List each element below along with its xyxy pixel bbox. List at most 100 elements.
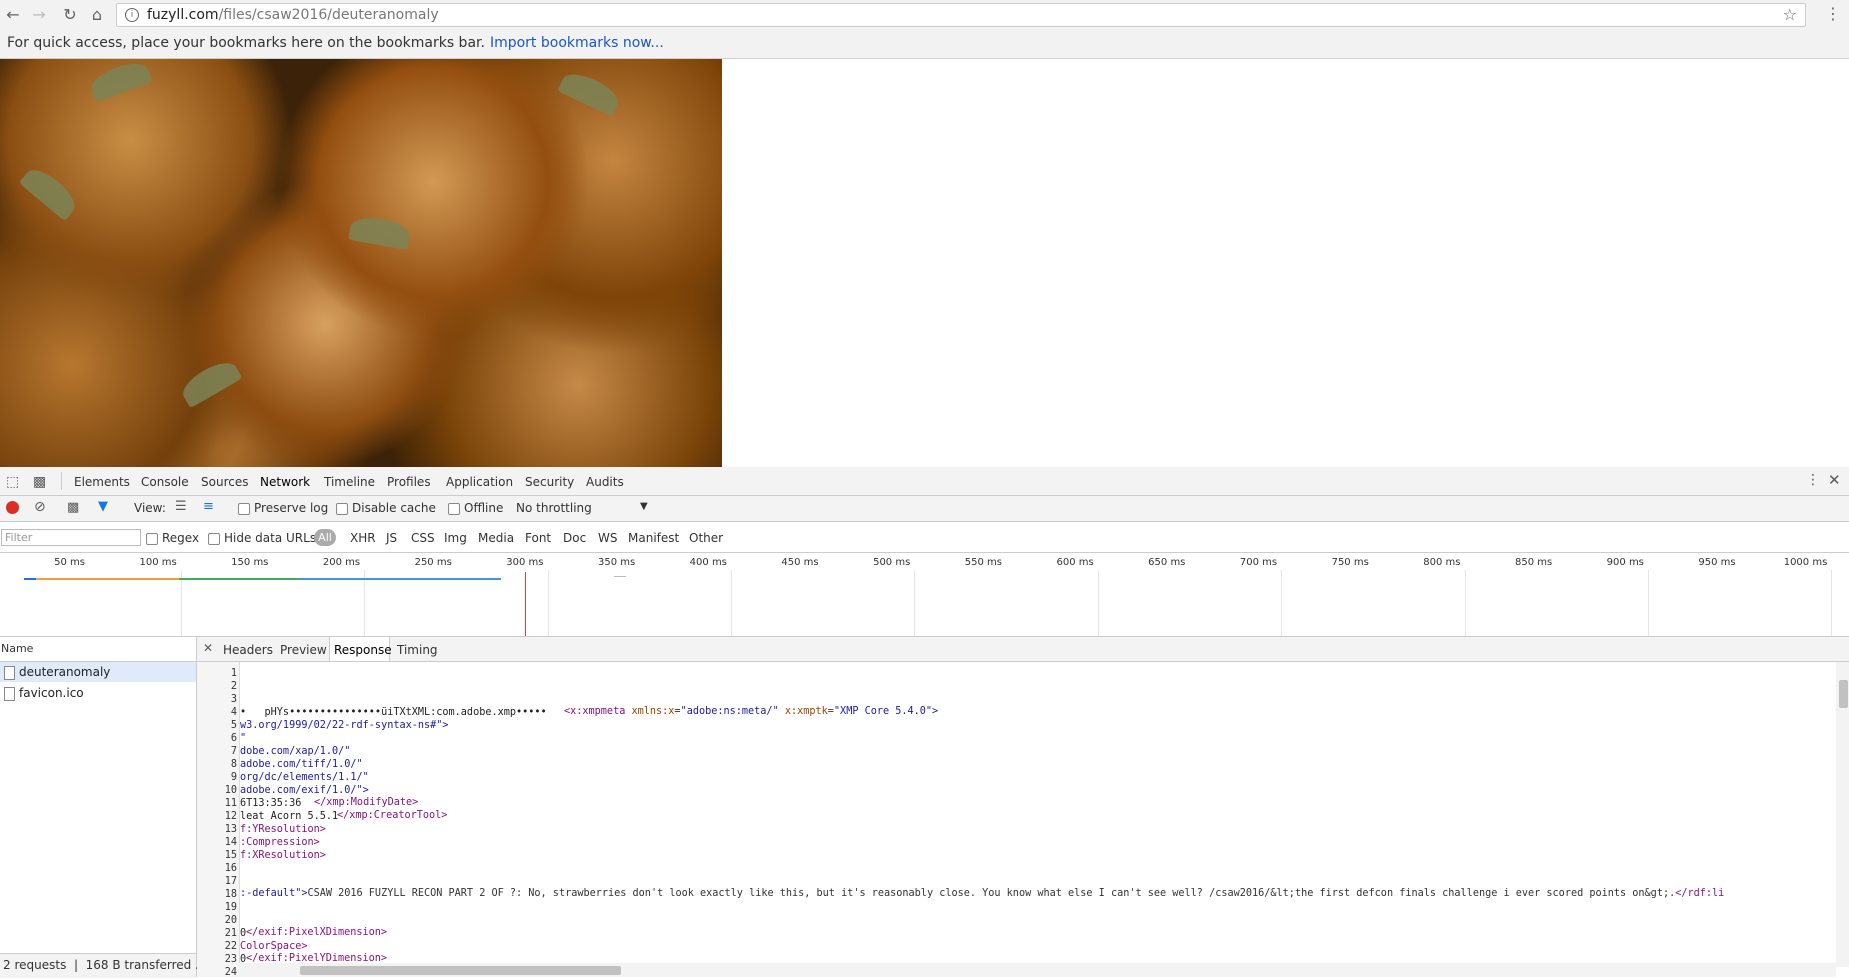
tab-audits[interactable]: Audits — [586, 475, 624, 489]
timeline-tick-label: 250 ms — [414, 557, 452, 568]
response-line: f:XResolution> — [240, 850, 326, 861]
devtools-menu-icon[interactable]: ⋮ — [1806, 472, 1820, 488]
timeline-tick-label: 100 ms — [139, 557, 177, 568]
response-line: 0 — [240, 928, 247, 939]
vertical-scroll-thumb[interactable] — [1839, 680, 1848, 708]
filter-input[interactable]: Filter — [1, 529, 141, 546]
bookmark-star-icon[interactable]: ☆ — [1783, 5, 1797, 24]
close-devtools-icon[interactable]: ✕ — [1828, 471, 1841, 489]
timeline-gridline — [730, 570, 732, 636]
filter-all-button[interactable]: All — [314, 529, 336, 546]
back-icon[interactable]: ← — [2, 4, 24, 26]
regex-checkbox[interactable]: Regex — [146, 531, 199, 545]
info-icon[interactable]: i — [125, 8, 139, 22]
tab-sources[interactable]: Sources — [201, 475, 248, 489]
response-line — [240, 862, 1830, 875]
line-number: 6 — [230, 733, 237, 744]
timeline-tick-label: 500 ms — [873, 557, 911, 568]
home-icon[interactable]: ⌂ — [86, 4, 108, 26]
line-number: 16 — [224, 863, 237, 874]
filter-other[interactable]: Other — [689, 531, 723, 545]
waterfall-bar — [36, 578, 179, 580]
filter-css[interactable]: CSS — [411, 531, 435, 545]
filter-icon[interactable]: ▼ — [98, 499, 108, 514]
response-line: • pHYs•••••••••••••••üiTXtXML:com.adobe.… — [240, 707, 547, 718]
device-toolbar-icon[interactable]: ▩ — [33, 474, 46, 490]
large-rows-icon[interactable]: ☰ — [175, 499, 187, 514]
camera-icon[interactable]: ▩ — [67, 500, 79, 515]
hide-data-urls-checkbox[interactable]: Hide data URLs — [208, 531, 316, 545]
close-detail-icon[interactable]: ✕ — [203, 641, 213, 655]
tab-preview[interactable]: Preview — [280, 643, 327, 657]
request-row[interactable]: deuteranomaly — [0, 662, 196, 682]
tab-timeline[interactable]: Timeline — [324, 475, 375, 489]
response-line: org/dc/elements/1.1/" — [240, 772, 369, 783]
line-number: 8 — [230, 759, 237, 770]
forward-icon[interactable]: → — [28, 4, 50, 26]
filter-font[interactable]: Font — [525, 531, 551, 545]
disable-cache-checkbox[interactable]: Disable cache — [336, 501, 436, 515]
filter-ws[interactable]: WS — [598, 531, 617, 545]
network-status-bar: 2 requests | 168 B transferred ... — [0, 953, 207, 978]
browser-menu-icon[interactable]: ⋮ — [1822, 4, 1844, 26]
offline-checkbox[interactable]: Offline — [448, 501, 503, 515]
filter-doc[interactable]: Doc — [563, 531, 586, 545]
tab-timing[interactable]: Timing — [397, 643, 438, 657]
timeline-gridline — [547, 570, 549, 636]
url-path: /files/csaw2016/deuteranomaly — [218, 7, 439, 23]
tab-elements[interactable]: Elements — [74, 475, 130, 489]
line-number: 21 — [224, 928, 237, 939]
response-line: w3.org/1999/02/22-rdf-syntax-ns#"> — [240, 720, 449, 731]
request-row[interactable]: favicon.ico — [0, 683, 196, 703]
name-column-header[interactable]: Name — [0, 637, 196, 662]
preserve-log-checkbox[interactable]: Preserve log — [238, 501, 328, 515]
tab-network[interactable]: Network — [260, 475, 310, 489]
timeline-tick-label: 350 ms — [597, 557, 636, 568]
timeline-tick-label: 750 ms — [1331, 557, 1369, 568]
xmp-meta-tag: <x:xmpmeta xmlns:x="adobe:ns:meta/" x:xm… — [564, 706, 939, 717]
line-number: 17 — [224, 876, 237, 887]
xml-value: :-default"> — [240, 888, 308, 899]
line-number: 11 — [224, 798, 237, 809]
throttling-dropdown-icon[interactable]: ▼ — [640, 501, 648, 512]
address-url: fuzyll.com/files/csaw2016/deuteranomaly — [147, 7, 439, 23]
reload-icon[interactable]: ↻ — [59, 4, 81, 26]
filter-img[interactable]: Img — [444, 531, 467, 545]
tab-console[interactable]: Console — [141, 475, 189, 489]
timeline-tick-label: 400 ms — [689, 557, 727, 568]
tab-application[interactable]: Application — [446, 475, 513, 489]
inspect-element-icon[interactable]: ⬚ — [6, 474, 19, 490]
pixel-x-close: </exif:PixelXDimension> — [246, 927, 388, 938]
timeline-overview[interactable] — [0, 553, 1849, 637]
tab-response[interactable]: Response — [334, 643, 392, 657]
filter-media[interactable]: Media — [478, 531, 514, 545]
response-line: adobe.com/exif/1.0/"> — [240, 785, 369, 796]
clear-icon[interactable]: ⊘ — [34, 499, 46, 515]
record-button[interactable] — [6, 501, 19, 514]
timeline-tick-label: 800 ms — [1423, 557, 1461, 568]
response-line — [240, 901, 1830, 914]
tab-headers[interactable]: Headers — [223, 643, 273, 657]
overview-icon[interactable]: ≡ — [203, 499, 214, 514]
filter-xhr[interactable]: XHR — [350, 531, 376, 545]
modify-date-close: </xmp:ModifyDate> — [314, 797, 419, 808]
timeline-tick-label: 300 ms — [506, 557, 544, 568]
filter-js[interactable]: JS — [386, 531, 397, 545]
waterfall-bar — [24, 578, 36, 580]
filter-manifest[interactable]: Manifest — [628, 531, 679, 545]
import-bookmarks-link[interactable]: Import bookmarks now... — [490, 35, 664, 51]
xml-value: "adobe:ns:meta/" — [680, 706, 779, 717]
horizontal-scroll-thumb[interactable] — [300, 966, 621, 975]
regex-label: Regex — [162, 531, 200, 545]
address-bar[interactable]: i fuzyll.com/files/csaw2016/deuteranomal… — [116, 3, 1806, 27]
throttling-select[interactable]: No throttling — [516, 501, 592, 515]
line-number: 1 — [230, 668, 237, 679]
bookmarks-hint: For quick access, place your bookmarks h… — [7, 35, 485, 51]
tab-profiles[interactable]: Profiles — [387, 475, 431, 489]
tab-security[interactable]: Security — [525, 475, 574, 489]
line-number: 15 — [224, 850, 237, 861]
response-line: " — [240, 733, 247, 744]
timeline-gridline — [1281, 570, 1283, 636]
line-number: 7 — [230, 746, 237, 757]
timeline-gridline — [1647, 570, 1649, 636]
